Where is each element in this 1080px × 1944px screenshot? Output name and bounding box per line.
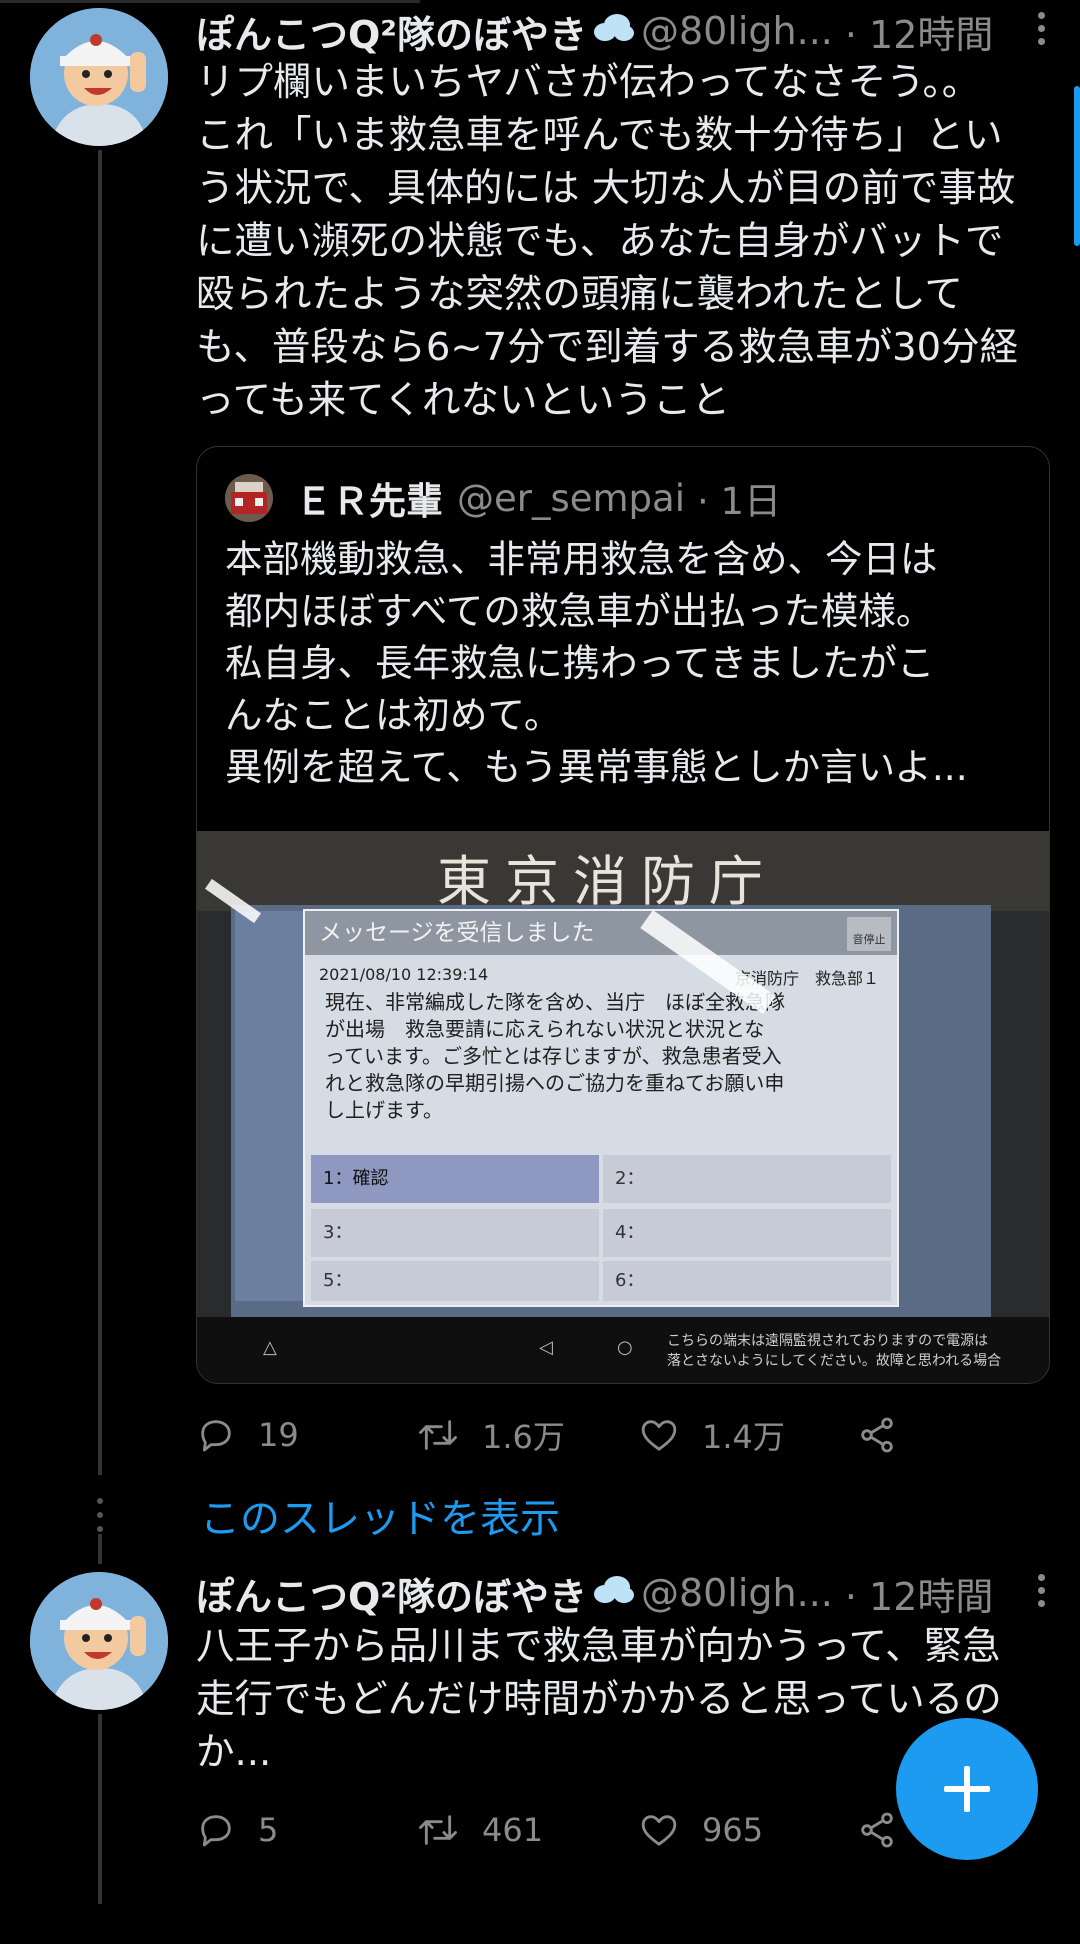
cloud-icon: [591, 1571, 635, 1615]
like-count: 965: [702, 1811, 764, 1849]
show-thread-link[interactable]: このスレッドを表示: [200, 1486, 560, 1544]
retweet-count: 461: [482, 1811, 544, 1849]
tweet-actions: 19 1.6万 1.4万: [196, 1405, 956, 1465]
avatar[interactable]: [30, 8, 168, 146]
scroll-indicator[interactable]: [1074, 86, 1080, 246]
like-button[interactable]: 1.4万: [638, 1405, 785, 1465]
like-icon: [641, 1420, 677, 1451]
terminal-notice: こちらの端末は遠隔監視されておりますので電源は 落とさないようにしてください。故…: [667, 1333, 1002, 1369]
reply-icon: [201, 1815, 231, 1847]
tweet-header: ぽんこつQ²隊のぼやき @80ligh... · 12時間: [196, 1566, 993, 1620]
retweet-button[interactable]: 1.6万: [416, 1405, 565, 1465]
reply-count: 19: [258, 1416, 299, 1454]
avatar-illustration: [30, 1572, 168, 1710]
quote-author-name[interactable]: ＥＲ先輩: [295, 471, 443, 525]
reply-button[interactable]: 5: [196, 1800, 278, 1860]
like-count: 1.4万: [702, 1418, 785, 1456]
reply-icon: [201, 1420, 231, 1452]
thread-line: [98, 1534, 102, 1564]
retweet-button[interactable]: 461: [416, 1800, 543, 1860]
reply-count: 5: [258, 1811, 279, 1849]
reply-button[interactable]: 19: [196, 1405, 299, 1465]
dialog-option: 1：確認: [311, 1155, 599, 1203]
dialog-option: 2：: [603, 1155, 891, 1203]
thread-line: [98, 150, 102, 1475]
tweet-time[interactable]: · 12時間: [845, 4, 994, 59]
author-name[interactable]: ぽんこつQ²隊のぼやき: [196, 4, 587, 59]
quote-text: 本部機動救急、非常用救急を含め、今日は 都内ほぼすべての救急車が出払った模様。 …: [225, 537, 968, 789]
tweet-text: リプ欄いまいちヤバさが伝わってなさそう。。 これ「いま救急車を呼んでも数十分待ち…: [196, 60, 1019, 423]
retweet-icon: [419, 1420, 457, 1450]
retweet-icon: [419, 1815, 457, 1845]
quote-time: · 1日: [697, 480, 782, 523]
thread-line: [98, 1714, 102, 1904]
more-icon[interactable]: [1038, 1574, 1046, 1613]
dialog-option: 3：: [311, 1209, 599, 1257]
tweet-actions: 5 461 965: [196, 1800, 956, 1860]
share-icon: [861, 1812, 893, 1848]
share-icon: [861, 1417, 893, 1453]
dialog-option: 5：: [311, 1261, 599, 1301]
tweet-time[interactable]: · 12時間: [845, 1566, 994, 1621]
dialog-title: メッセージを受信しました: [305, 911, 897, 955]
dialog-option: 4：: [603, 1209, 891, 1257]
stop-sound-button: 音停止: [847, 917, 891, 951]
quoted-tweet[interactable]: ＥＲ先輩 @er_sempai · 1日 本部機動救急、非常用救急を含め、今日は…: [196, 446, 1050, 1384]
dialog-option: 6：: [603, 1261, 891, 1301]
retweet-count: 1.6万: [482, 1418, 565, 1456]
like-icon: [641, 1815, 677, 1846]
quote-avatar: [225, 474, 273, 522]
dialog-message: 現在、非常編成した隊を含め、当庁 ほぼ全救急隊 が出場 救急要請に応えられない状…: [325, 990, 785, 1122]
photo-sign: 東京消防庁: [197, 831, 1049, 913]
message-dialog: メッセージを受信しました 音停止 2021/08/10 12:39:14 京消防…: [303, 909, 899, 1307]
cloud-icon: [591, 9, 635, 53]
author-handle[interactable]: @80ligh...: [641, 9, 833, 53]
avatar[interactable]: [30, 1572, 168, 1710]
tweet-header: ぽんこつQ²隊のぼやき @80ligh... · 12時間: [196, 4, 993, 58]
compose-button[interactable]: [896, 1718, 1038, 1860]
quote-photo[interactable]: 東京消防庁 メッセージを受信しました 音停止 2021/08/10 12:39:…: [197, 831, 1049, 1383]
author-handle[interactable]: @80ligh...: [641, 1571, 833, 1615]
terminal-navbar: △ ◁ ○ こちらの端末は遠隔監視されておりますので電源は 落とさないようにして…: [197, 1317, 1049, 1383]
share-button[interactable]: [856, 1405, 920, 1465]
dialog-datetime: 2021/08/10 12:39:14: [319, 965, 489, 984]
quote-header: ＥＲ先輩 @er_sempai · 1日: [225, 473, 781, 523]
author-name[interactable]: ぽんこつQ²隊のぼやき: [196, 1566, 587, 1621]
like-button[interactable]: 965: [638, 1800, 763, 1860]
avatar-illustration: [30, 8, 168, 146]
more-icon[interactable]: [1038, 12, 1046, 51]
quote-author-handle[interactable]: @er_sempai: [457, 477, 685, 520]
dialog-meta: 2021/08/10 12:39:14 京消防庁 救急部１: [319, 965, 879, 989]
